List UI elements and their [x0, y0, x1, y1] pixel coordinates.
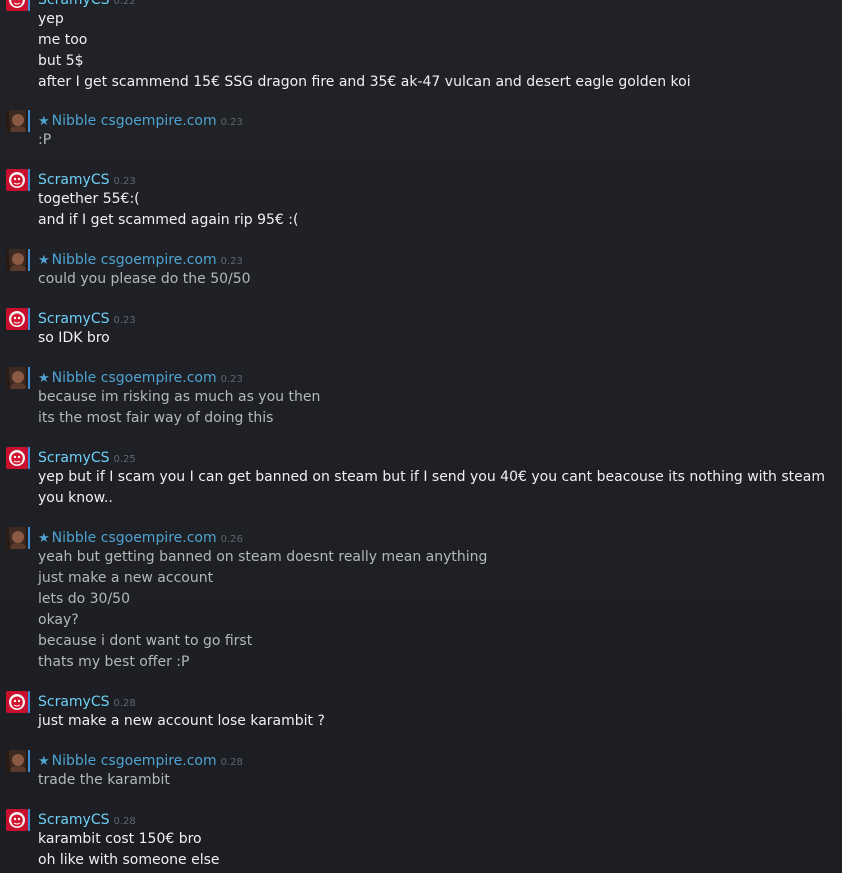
message-body: just make a new account lose karambit ? [38, 711, 325, 732]
message-body: could you please do the 50/50 [38, 269, 251, 290]
message-line: but 5$ [38, 53, 84, 69]
message-line: just make a new account lose karambit ? [38, 713, 325, 729]
timestamp: 0.26 [220, 534, 243, 545]
nibble-avatar[interactable] [6, 750, 28, 772]
nibble-avatar[interactable] [6, 249, 28, 271]
message-line: me too [38, 32, 88, 48]
message-body: because im risking as much as you then it… [38, 387, 320, 429]
sender-name[interactable]: Nibble csgoempire.com [52, 370, 217, 386]
scramy-avatar[interactable] [6, 169, 28, 191]
scramy-avatar[interactable] [6, 0, 28, 11]
message-body: karambit cost 150€ bro oh like with someo… [38, 829, 220, 871]
timestamp: 0.22 [113, 0, 136, 7]
message-line: yeah but getting banned on steam doesnt … [38, 549, 488, 565]
message-line: together 55€:( [38, 191, 140, 207]
message-line: and if I get scammed again rip 95€ :( [38, 212, 299, 228]
message-body: :P [38, 130, 51, 151]
avatar-status-bar [28, 809, 30, 831]
avatar-status-bar [28, 308, 30, 330]
avatar-status-bar [28, 0, 30, 11]
sender-name[interactable]: Nibble csgoempire.com [52, 252, 217, 268]
message-body: trade the karambit [38, 770, 170, 791]
message-header: ScramyCS 0.23 [38, 308, 136, 328]
message-body: yep me too but 5$ after I get scammend 15€ … [38, 9, 691, 93]
sender-name[interactable]: ScramyCS [38, 694, 110, 710]
avatar-status-bar [28, 527, 30, 549]
message-line: oh like with someone else [38, 852, 220, 868]
message-header: ScramyCS 0.25 [38, 447, 136, 467]
message-header: ScramyCS 0.28 [38, 809, 136, 829]
star-icon: ★ [38, 114, 50, 129]
message-header: ★ Nibble csgoempire.com 0.28 [38, 750, 243, 770]
avatar-status-bar [28, 447, 30, 469]
sender-name[interactable]: Nibble csgoempire.com [52, 530, 217, 546]
sender-name[interactable]: ScramyCS [38, 0, 110, 8]
sender-name[interactable]: ScramyCS [38, 311, 110, 327]
timestamp: 0.23 [113, 176, 136, 187]
message-header: ScramyCS 0.23 [38, 169, 136, 189]
scramy-avatar[interactable] [6, 308, 28, 330]
timestamp: 0.28 [113, 698, 136, 709]
message-line: :P [38, 132, 52, 148]
avatar-status-bar [28, 750, 30, 772]
star-icon: ★ [38, 253, 50, 268]
message-header: ScramyCS 0.28 [38, 691, 136, 711]
star-icon: ★ [38, 531, 50, 546]
message-body: so IDK bro [38, 328, 110, 349]
message-line: just make a new account [38, 570, 214, 586]
sender-name[interactable]: Nibble csgoempire.com [52, 113, 217, 129]
message-line: yep but if I scam you I can get banned o… [38, 469, 825, 485]
timestamp: 0.28 [220, 757, 243, 768]
timestamp: 0.23 [220, 374, 243, 385]
message-line: because i dont want to go first [38, 633, 253, 649]
message-body: together 55€:( and if I get scammed again… [38, 189, 298, 231]
message-line: karambit cost 150€ bro [38, 831, 202, 847]
message-line: could you please do the 50/50 [38, 271, 251, 287]
message-line: so IDK bro [38, 330, 110, 346]
avatar-status-bar [28, 110, 30, 132]
message-line: because im risking as much as you then [38, 389, 321, 405]
message-line: after I get scammend 15€ SSG dragon fire… [38, 74, 691, 90]
nibble-avatar[interactable] [6, 527, 28, 549]
timestamp: 0.28 [113, 816, 136, 827]
message-body: yeah but getting banned on steam doesnt … [38, 547, 487, 673]
timestamp: 0.23 [220, 117, 243, 128]
sender-name[interactable]: Nibble csgoempire.com [52, 753, 217, 769]
nibble-avatar[interactable] [6, 367, 28, 389]
scramy-avatar[interactable] [6, 691, 28, 713]
message-body: yep but if I scam you I can get banned o… [38, 467, 825, 509]
avatar-status-bar [28, 367, 30, 389]
avatar-status-bar [28, 691, 30, 713]
timestamp: 0.23 [113, 315, 136, 326]
sender-name[interactable]: ScramyCS [38, 172, 110, 188]
message-line: yep [38, 11, 64, 27]
message-line: you know.. [38, 490, 113, 506]
nibble-avatar[interactable] [6, 110, 28, 132]
timestamp: 0.23 [220, 256, 243, 267]
message-line: trade the karambit [38, 772, 170, 788]
message-line: its the most fair way of doing this [38, 410, 274, 426]
scramy-avatar[interactable] [6, 809, 28, 831]
timestamp: 0.25 [113, 454, 136, 465]
star-icon: ★ [38, 754, 50, 769]
message-line: okay? [38, 612, 79, 628]
scramy-avatar[interactable] [6, 447, 28, 469]
star-icon: ★ [38, 371, 50, 386]
message-header: ★ Nibble csgoempire.com 0.23 [38, 367, 243, 387]
message-header: ★ Nibble csgoempire.com 0.23 [38, 110, 243, 130]
sender-name[interactable]: ScramyCS [38, 450, 110, 466]
message-header: ScramyCS 0.22 [38, 0, 136, 9]
message-line: thats my best offer :P [38, 654, 190, 670]
message-header: ★ Nibble csgoempire.com 0.23 [38, 249, 243, 269]
avatar-status-bar [28, 169, 30, 191]
chat-log: ScramyCS 0.22 yep me too but 5$ after I get s… [0, 0, 842, 873]
message-header: ★ Nibble csgoempire.com 0.26 [38, 527, 243, 547]
message-line: lets do 30/50 [38, 591, 130, 607]
sender-name[interactable]: ScramyCS [38, 812, 110, 828]
avatar-status-bar [28, 249, 30, 271]
